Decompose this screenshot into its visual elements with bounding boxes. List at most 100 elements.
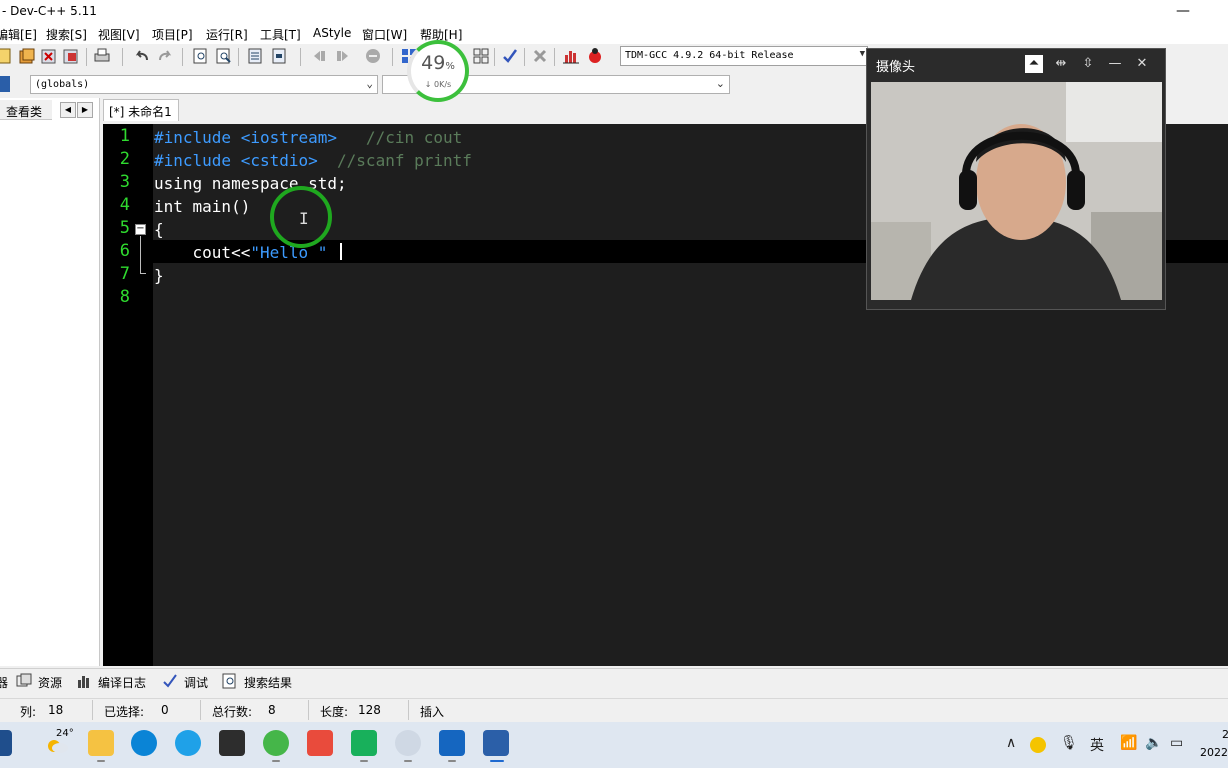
save-all-icon[interactable]	[18, 47, 36, 65]
rebuild-icon[interactable]	[472, 47, 490, 65]
redo-icon[interactable]	[156, 47, 174, 65]
network-speed-widget[interactable]: 49% ↓ 0K/s	[407, 40, 469, 102]
tab-prev-button[interactable]: ◀	[60, 102, 76, 118]
minimize-button[interactable]: —	[1168, 0, 1198, 24]
devcpp-icon[interactable]	[483, 730, 509, 756]
code-token: int main()	[154, 197, 251, 216]
pin-top-icon[interactable]: ⏶	[1025, 55, 1043, 73]
line-number: 8	[119, 287, 130, 307]
text-caret	[340, 243, 342, 260]
line-number: 7	[119, 264, 130, 284]
bookmark-icon[interactable]	[270, 47, 288, 65]
file-explorer-icon[interactable]	[88, 730, 114, 756]
speed-percent: 49%	[421, 52, 455, 74]
ime-indicator[interactable]: 英	[1090, 735, 1104, 755]
print-icon[interactable]	[93, 47, 111, 65]
menu-tools[interactable]: 工具[T]	[260, 26, 301, 43]
wifi-icon[interactable]: 📶	[1120, 735, 1137, 751]
chevron-down-icon: ⌄	[366, 77, 373, 90]
chart-icon[interactable]	[562, 47, 580, 65]
status-lines-value: 8	[268, 703, 276, 717]
scope-select[interactable]: (globals) ⌄	[30, 75, 378, 94]
compiler-select[interactable]: TDM-GCC 4.9.2 64-bit Release ▼	[620, 46, 868, 66]
code-line[interactable]: {	[154, 218, 164, 241]
fold-end	[140, 273, 146, 274]
menu-window[interactable]: 窗口[W]	[362, 26, 407, 43]
tab-compile-log[interactable]: 编译日志	[98, 674, 146, 691]
clock-date[interactable]: 2022	[1200, 746, 1228, 759]
wechat-icon[interactable]	[351, 730, 377, 756]
clock-time[interactable]: 2	[1222, 728, 1228, 741]
menu-run[interactable]: 运行[R]	[206, 26, 248, 43]
menu-search[interactable]: 搜索[S]	[46, 26, 87, 43]
line-number: 5	[119, 218, 130, 238]
minimize-icon[interactable]: —	[1106, 55, 1124, 73]
scope-select-value: (globals)	[35, 79, 90, 90]
chevron-down-icon: ⌄	[715, 77, 725, 90]
stop-icon[interactable]	[531, 47, 549, 65]
code-line[interactable]: int main()	[154, 195, 250, 218]
code-line[interactable]: }	[154, 264, 164, 287]
speed-rate: ↓ 0K/s	[424, 80, 452, 89]
goto-icon[interactable]	[246, 47, 264, 65]
unindent-icon[interactable]	[334, 47, 352, 65]
menu-edit[interactable]: 编辑[E]	[0, 26, 37, 43]
status-selected-value: 0	[161, 703, 169, 717]
class-browser-icon[interactable]	[0, 76, 10, 92]
find-icon[interactable]	[192, 47, 210, 65]
compile-log-icon	[76, 673, 92, 689]
indent-icon[interactable]	[310, 47, 328, 65]
code-line[interactable]: #include <cstdio> //scanf printf	[154, 149, 472, 172]
close-icon[interactable]	[40, 47, 58, 65]
tray-expand-icon[interactable]: ∧	[1006, 735, 1016, 751]
tray-app-icon[interactable]	[1030, 737, 1046, 753]
code-token: //scanf printf	[317, 151, 472, 170]
weather-temp: 24°	[56, 728, 74, 739]
line-number: 6	[119, 241, 130, 261]
microphone-icon[interactable]: 🎙	[1060, 735, 1078, 751]
tab-untitled1[interactable]: [*] 未命名1	[103, 99, 179, 121]
status-length-value: 128	[358, 703, 381, 717]
edge-icon[interactable]	[131, 730, 157, 756]
tab-debug[interactable]: 调试	[184, 674, 208, 691]
tab-compiler[interactable]: 器	[0, 674, 8, 691]
close-all-icon[interactable]	[62, 47, 80, 65]
toggle-comment-icon[interactable]	[364, 47, 382, 65]
ie-icon[interactable]	[175, 730, 201, 756]
code-line[interactable]: #include <iostream> //cin cout	[154, 126, 462, 149]
battery-icon[interactable]: ▭	[1170, 735, 1183, 751]
undo-icon[interactable]	[133, 47, 151, 65]
task-view-icon[interactable]	[0, 730, 12, 756]
tab-next-button[interactable]: ▶	[77, 102, 93, 118]
line-number: 3	[119, 172, 130, 192]
compiler-select-value: TDM-GCC 4.9.2 64-bit Release	[625, 50, 794, 61]
tab-resources[interactable]: 资源	[38, 674, 62, 691]
fold-line	[140, 236, 141, 274]
status-insert-mode: 插入	[420, 705, 445, 719]
status-col-value: 18	[48, 703, 64, 717]
menu-astyle[interactable]: AStyle	[313, 26, 351, 40]
tab-search-results[interactable]: 搜索结果	[244, 674, 292, 691]
menu-bar: 编辑[E] 搜索[S] 视图[V] 项目[P] 运行[R] 工具[T] ASty…	[0, 24, 1228, 44]
fold-toggle-icon[interactable]: −	[135, 224, 146, 235]
check-icon[interactable]	[501, 47, 519, 65]
browser-icon[interactable]	[263, 730, 289, 756]
close-icon[interactable]: ✕	[1133, 55, 1151, 73]
vm-icon[interactable]	[219, 730, 245, 756]
menu-project[interactable]: 项目[P]	[152, 26, 193, 43]
volume-icon[interactable]: 🔈	[1145, 735, 1162, 751]
flip-vertical-icon[interactable]: ⇳	[1079, 55, 1097, 73]
debug-icon[interactable]	[586, 47, 604, 65]
ibeam-cursor-icon: I	[299, 209, 309, 228]
camera-video	[871, 82, 1162, 300]
app-store-icon[interactable]	[307, 730, 333, 756]
replace-icon[interactable]	[215, 47, 233, 65]
menu-view[interactable]: 视图[V]	[98, 26, 140, 43]
flip-horizontal-icon[interactable]: ⇹	[1052, 55, 1070, 73]
avatar-app-icon[interactable]	[395, 730, 421, 756]
new-file-icon[interactable]	[0, 47, 14, 65]
tab-class-view[interactable]: 查看类	[0, 100, 52, 120]
code-token: #include <iostream>	[154, 128, 338, 147]
code-token: //cin cout	[337, 128, 463, 147]
screen-recorder-icon[interactable]	[439, 730, 465, 756]
